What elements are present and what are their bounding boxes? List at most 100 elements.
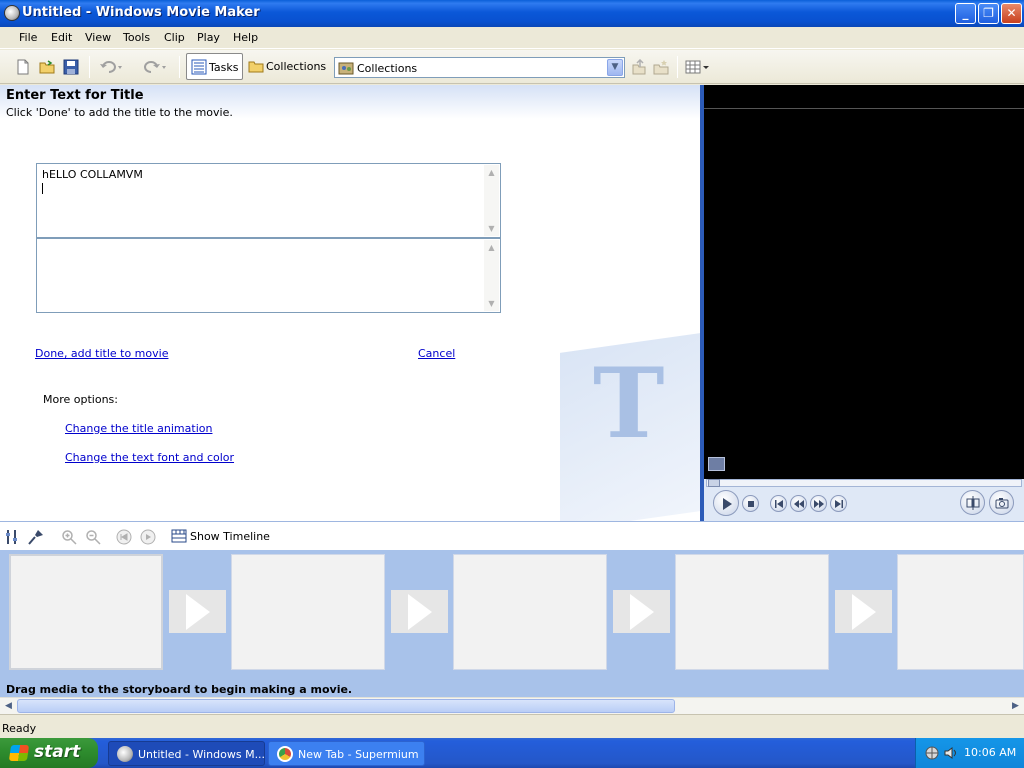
title-text-scrollbar[interactable]: ▲ ▼ <box>484 165 499 236</box>
window-title: Untitled - Windows Movie Maker <box>22 5 260 20</box>
status-text: Ready <box>2 722 37 735</box>
more-options-label: More options: <box>43 393 118 406</box>
status-bar: Ready <box>0 714 1024 738</box>
rewind-storyboard-icon[interactable] <box>116 529 132 545</box>
open-project-icon[interactable] <box>39 59 55 75</box>
title-watermark-glyph: T <box>593 347 665 460</box>
subtitle-text-input[interactable]: ▲ ▼ <box>36 238 501 313</box>
storyboard-transition-slot[interactable] <box>391 590 448 633</box>
preview-monitor <box>704 85 1024 521</box>
show-timeline-label: Show Timeline <box>190 530 270 543</box>
up-one-level-icon[interactable] <box>631 59 647 75</box>
seek-bar[interactable] <box>706 479 1022 487</box>
collections-dropdown[interactable]: Collections ▼ <box>334 57 625 78</box>
taskbar: start Untitled - Windows M... New Tab - … <box>0 738 1024 768</box>
storyboard-clip-slot[interactable] <box>9 554 163 670</box>
storyboard-clip-slot[interactable] <box>453 554 607 670</box>
seek-thumb[interactable] <box>708 479 720 487</box>
cancel-link[interactable]: Cancel <box>418 347 455 360</box>
narrate-timeline-icon[interactable] <box>28 529 44 545</box>
title-text-value: hELLO COLLAMVM <box>42 168 143 181</box>
movie-maker-icon <box>117 746 133 762</box>
scroll-thumb[interactable] <box>17 699 675 713</box>
undo-icon[interactable] <box>99 59 123 75</box>
pane-instructions: Click 'Done' to add the title to the mov… <box>6 106 233 119</box>
new-collection-icon[interactable] <box>653 59 669 75</box>
scroll-up-icon[interactable]: ▲ <box>485 241 498 254</box>
change-title-animation-link[interactable]: Change the title animation <box>65 422 212 435</box>
volume-icon[interactable] <box>943 745 959 761</box>
storyboard-clip-slot[interactable] <box>231 554 385 670</box>
start-button[interactable]: start <box>0 738 98 768</box>
fullscreen-icon[interactable] <box>708 457 725 471</box>
redo-icon[interactable] <box>143 59 167 75</box>
storyboard-hint: Drag media to the storyboard to begin ma… <box>6 683 353 696</box>
close-button[interactable]: ✕ <box>1001 3 1022 24</box>
take-picture-button[interactable] <box>989 490 1014 515</box>
save-project-icon[interactable] <box>63 59 79 75</box>
zoom-in-icon[interactable] <box>61 529 77 545</box>
timeline-icon <box>171 529 187 543</box>
text-caret <box>42 183 43 194</box>
play-button[interactable] <box>713 490 739 516</box>
menu-clip[interactable]: Clip <box>164 31 185 44</box>
title-text-input[interactable]: hELLO COLLAMVM ▲ ▼ <box>36 163 501 238</box>
toolbar-separator <box>89 56 90 78</box>
taskbar-item-label: New Tab - Supermium <box>298 748 419 761</box>
scroll-right-icon[interactable]: ▶ <box>1008 699 1023 714</box>
menu-tools[interactable]: Tools <box>123 31 150 44</box>
stop-button[interactable] <box>742 495 759 512</box>
views-icon[interactable] <box>685 59 711 75</box>
tasks-label: Tasks <box>209 61 239 74</box>
storyboard-clip-slot[interactable] <box>897 554 1024 670</box>
change-font-color-link[interactable]: Change the text font and color <box>65 451 234 464</box>
menu-help[interactable]: Help <box>233 31 258 44</box>
system-tray: 10:06 AM <box>915 738 1024 768</box>
menu-file[interactable]: File <box>19 31 37 44</box>
movie-maker-app-icon[interactable] <box>4 5 20 21</box>
scroll-down-icon[interactable]: ▼ <box>485 297 498 310</box>
window-titlebar[interactable]: Untitled - Windows Movie Maker _ ❐ ✕ <box>0 0 1024 27</box>
menu-bar: File Edit View Tools Clip Play Help <box>0 27 1024 49</box>
menu-play[interactable]: Play <box>197 31 220 44</box>
rewind-button[interactable] <box>790 495 807 512</box>
scroll-down-icon[interactable]: ▼ <box>485 222 498 235</box>
skip-forward-icon <box>835 500 843 508</box>
maximize-button[interactable]: ❐ <box>978 3 999 24</box>
toolbar-separator <box>179 56 180 78</box>
previous-frame-button[interactable] <box>770 495 787 512</box>
done-add-title-link[interactable]: Done, add title to movie <box>35 347 168 360</box>
collections-label: Collections <box>266 60 327 73</box>
start-label: start <box>34 742 81 762</box>
storyboard-transition-slot[interactable] <box>835 590 892 633</box>
scroll-up-icon[interactable]: ▲ <box>485 166 498 179</box>
scroll-left-icon[interactable]: ◀ <box>1 699 16 714</box>
fast-forward-button[interactable] <box>810 495 827 512</box>
set-audio-levels-icon[interactable] <box>5 529 19 545</box>
fast-forward-icon <box>814 500 824 508</box>
menu-edit[interactable]: Edit <box>51 31 72 44</box>
next-frame-button[interactable] <box>830 495 847 512</box>
storyboard-transition-slot[interactable] <box>169 590 226 633</box>
collections-button[interactable]: Collections <box>246 53 326 80</box>
main-toolbar: Tasks Collections Collections ▼ <box>0 50 1024 84</box>
subtitle-text-scrollbar[interactable]: ▲ ▼ <box>484 240 499 311</box>
play-icon <box>723 498 732 510</box>
storyboard-clip-slot[interactable] <box>675 554 829 670</box>
menu-view[interactable]: View <box>85 31 111 44</box>
tasks-button[interactable]: Tasks <box>186 53 243 80</box>
storyboard-scrollbar[interactable]: ◀ ▶ <box>0 697 1024 714</box>
split-clip-button[interactable] <box>960 490 985 515</box>
storyboard-transition-slot[interactable] <box>613 590 670 633</box>
play-storyboard-icon[interactable] <box>140 529 156 545</box>
taskbar-item-movie-maker[interactable]: Untitled - Windows M... <box>108 741 265 766</box>
minimize-button[interactable]: _ <box>955 3 976 24</box>
preview-screen-line <box>704 108 1024 109</box>
zoom-out-icon[interactable] <box>85 529 101 545</box>
new-project-icon[interactable] <box>15 59 31 75</box>
network-icon[interactable] <box>924 745 940 761</box>
storyboard[interactable]: Drag media to the storyboard to begin ma… <box>0 550 1024 697</box>
collections-film-icon <box>338 62 354 75</box>
taskbar-item-supermium[interactable]: New Tab - Supermium <box>268 741 425 766</box>
chevron-down-icon[interactable]: ▼ <box>607 59 623 76</box>
